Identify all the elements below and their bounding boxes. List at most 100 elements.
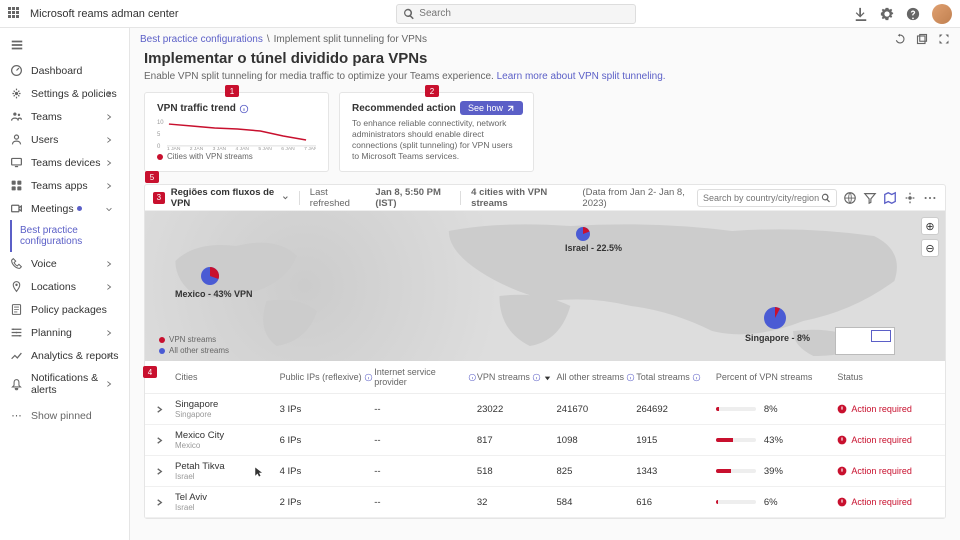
chevron-right-icon[interactable] [155, 405, 164, 414]
learn-more-link[interactable]: Learn more about VPN split tunneling. [497, 71, 666, 82]
world-map[interactable]: Mexico - 43% VPN Israel - 22.5% Singapor… [145, 211, 945, 361]
pie-israel[interactable] [575, 226, 591, 242]
zoom-in-button[interactable]: ⊕ [921, 217, 939, 235]
nav-planning[interactable]: Planning [0, 321, 129, 344]
callout-flag-4: 4 [143, 366, 157, 378]
cell-other: 825 [557, 466, 637, 477]
search-input[interactable] [419, 8, 629, 19]
chevron-right-icon[interactable] [155, 436, 164, 445]
see-how-button[interactable]: See how [460, 101, 523, 115]
cell-total: 264692 [636, 404, 716, 415]
alert-icon [837, 466, 847, 476]
cell-percent: 43% [716, 435, 838, 446]
th-status[interactable]: Status [837, 372, 937, 382]
nav-show-pinned[interactable]: ⋯Show pinned [0, 405, 129, 427]
nav-voice[interactable]: Voice [0, 252, 129, 275]
info-icon[interactable] [239, 104, 249, 114]
cell-isp: -- [374, 404, 477, 415]
svg-text:5 JAN: 5 JAN [258, 146, 272, 150]
page-subtitle: Enable VPN split tunneling for media tra… [144, 71, 946, 82]
cell-ip: 2 IPs [280, 497, 375, 508]
recommended-action-card: 2 Recommended action See how To enhance … [339, 92, 534, 172]
expand-icon[interactable] [938, 33, 950, 45]
nav-analytics[interactable]: Analytics & reports [0, 344, 129, 367]
callout-flag-3: 3 [153, 192, 165, 204]
nav-label: Voice [31, 258, 57, 270]
avatar[interactable] [932, 4, 952, 24]
settings-icon[interactable] [903, 191, 917, 205]
th-cities[interactable]: Cities [175, 372, 280, 382]
vpn-trend-card: 1 VPN traffic trend 10501 JAN2 JAN3 JAN4… [144, 92, 329, 172]
chevron-right-icon[interactable] [155, 467, 164, 476]
info-icon [364, 373, 373, 382]
nav-label: Planning [31, 327, 72, 339]
nav-bpc[interactable]: Best practice configurations [0, 220, 129, 252]
svg-text:5: 5 [157, 132, 161, 138]
th-public-ips[interactable]: Public IPs (reflexive) [280, 372, 375, 382]
filter-icon[interactable] [863, 191, 877, 205]
th-total-streams[interactable]: Total streams [636, 372, 716, 382]
regions-section: 3 Regiões com fluxos de VPN Last refresh… [144, 184, 946, 519]
breadcrumb-current: Implement split tunneling for VPNs [274, 34, 427, 45]
cell-status: Action required [837, 497, 937, 507]
section-title: Regiões com fluxos de VPN [171, 187, 276, 209]
nav-label: Teams devices [31, 157, 100, 169]
nav-users[interactable]: Users [0, 128, 129, 151]
info-icon [626, 373, 635, 382]
nav-settings[interactable]: Settings & policies [0, 82, 129, 105]
table-row[interactable]: Tel AvivIsrael 2 IPs -- 32 584 616 6% Ac… [145, 487, 945, 518]
cell-other: 1098 [557, 435, 637, 446]
help-icon[interactable] [906, 7, 920, 21]
th-percent[interactable]: Percent of VPN streams [716, 372, 838, 382]
download-icon[interactable] [854, 7, 868, 21]
cell-percent: 39% [716, 466, 838, 477]
svg-text:10: 10 [157, 120, 164, 126]
nav-devices[interactable]: Teams devices [0, 151, 129, 174]
chevron-down-icon[interactable] [282, 194, 289, 202]
chevron-right-icon[interactable] [155, 498, 164, 507]
cell-percent: 6% [716, 497, 838, 508]
nav-locations[interactable]: Locations [0, 275, 129, 298]
breadcrumb-parent[interactable]: Best practice configurations [140, 34, 263, 45]
cell-vpn: 817 [477, 435, 557, 446]
th-isp[interactable]: Internet service provider [374, 367, 477, 387]
cell-total: 1343 [636, 466, 716, 477]
th-other-streams[interactable]: All other streams [557, 372, 637, 382]
table-row[interactable]: Mexico CityMexico 6 IPs -- 817 1098 1915… [145, 425, 945, 456]
trend-chart: 10501 JAN2 JAN3 JAN4 JAN5 JAN6 JAN7 JAN [157, 118, 316, 150]
svg-text:3 JAN: 3 JAN [213, 146, 227, 150]
map-label-israel: Israel - 22.5% [565, 243, 622, 253]
nav-teams[interactable]: Teams [0, 105, 129, 128]
table-row[interactable]: Petah TikvaIsrael 4 IPs -- 518 825 1343 … [145, 456, 945, 487]
popout-icon[interactable] [916, 33, 928, 45]
region-search[interactable] [697, 189, 837, 207]
pie-singapore[interactable] [763, 306, 787, 330]
minimap[interactable] [835, 327, 895, 355]
external-icon [506, 104, 515, 113]
gear-icon[interactable] [880, 7, 894, 21]
pie-mexico[interactable] [200, 266, 220, 286]
nav-dashboard[interactable]: Dashboard [0, 59, 129, 82]
nav-meetings[interactable]: Meetings [0, 197, 129, 220]
hamburger-icon[interactable] [0, 34, 129, 59]
svg-text:7 JAN: 7 JAN [304, 146, 316, 150]
nav-notifications[interactable]: Notifications & alerts [0, 367, 129, 401]
nav-apps[interactable]: Teams apps [0, 174, 129, 197]
globe-icon[interactable] [843, 191, 857, 205]
waffle-icon[interactable] [8, 7, 22, 21]
history-icon[interactable] [894, 33, 906, 45]
map-view-icon[interactable] [883, 191, 897, 205]
table-row[interactable]: SingaporeSingapore 3 IPs -- 23022 241670… [145, 394, 945, 425]
nav-policy[interactable]: Policy packages [0, 298, 129, 321]
more-icon[interactable] [923, 191, 937, 205]
alert-icon [837, 497, 847, 507]
th-vpn-streams[interactable]: VPN streams [477, 372, 557, 382]
nav-label: Teams apps [31, 180, 88, 192]
alert-icon [837, 404, 847, 414]
info-icon [532, 373, 541, 382]
cell-city: SingaporeSingapore [175, 399, 280, 419]
global-search[interactable] [396, 4, 636, 24]
cell-vpn: 32 [477, 497, 557, 508]
svg-text:1 JAN: 1 JAN [167, 146, 181, 150]
zoom-out-button[interactable]: ⊖ [921, 239, 939, 257]
